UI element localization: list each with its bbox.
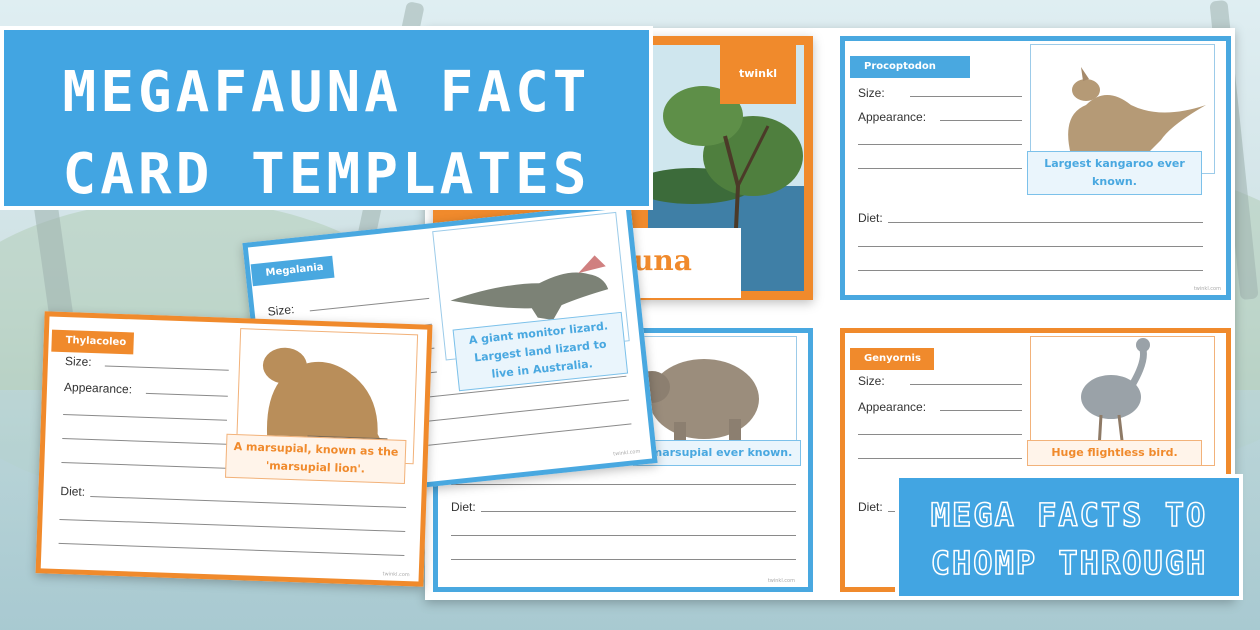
appearance-label: Appearance: — [858, 400, 927, 414]
appearance-label: Appearance: — [63, 380, 133, 397]
size-label: Size: — [64, 354, 92, 369]
size-label: Size: — [858, 86, 885, 100]
watermark: twinkl.com — [767, 578, 795, 584]
size-label: Size: — [266, 302, 295, 319]
card-name-tab: Thylacoleo — [51, 329, 135, 355]
cover-title: una — [633, 244, 692, 277]
tagline-line-2: CHOMP THROUGH — [930, 543, 1208, 583]
diprotodon-image — [633, 336, 797, 456]
title-line-1: MEGAFAUNA FACT — [62, 60, 591, 125]
diet-label: Diet: — [858, 500, 883, 514]
card-caption: Huge flightless bird. — [1027, 440, 1202, 466]
title-line-2: CARD TEMPLATES — [62, 142, 591, 207]
size-label: Size: — [858, 374, 885, 388]
procoptodon-card: Procoptodon Largest kangaroo ever known.… — [840, 36, 1231, 300]
card-caption: t marsupial ever known. — [633, 440, 801, 466]
watermark: twinkl.com — [1193, 286, 1221, 292]
title-banner: MEGAFAUNA FACT CARD TEMPLATES — [0, 26, 653, 210]
thylacoleo-card: Thylacoleo A marsupial, known as the 'ma… — [35, 311, 433, 587]
watermark: twinkl.com — [382, 571, 410, 579]
card-caption: Largest kangaroo ever known. — [1027, 151, 1202, 195]
twinkl-logo: twinkl — [720, 44, 796, 104]
appearance-label: Appearance: — [858, 110, 927, 124]
card-name-tab: Procoptodon — [850, 56, 970, 78]
card-name-tab: Genyornis — [850, 348, 934, 370]
tagline-line-1: MEGA FACTS TO — [930, 495, 1208, 535]
diet-label: Diet: — [451, 500, 476, 514]
tagline-banner: MEGA FACTS TO CHOMP THROUGH — [895, 474, 1243, 600]
diet-label: Diet: — [858, 211, 883, 225]
diet-label: Diet: — [60, 483, 86, 499]
card-caption: A marsupial, known as the 'marsupial lio… — [224, 433, 407, 484]
